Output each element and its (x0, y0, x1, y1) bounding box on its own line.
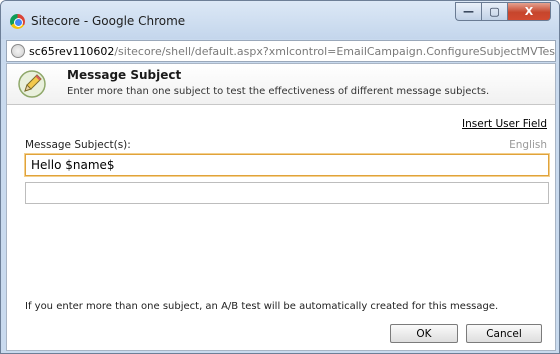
minimize-button[interactable]: — (455, 2, 481, 21)
insert-user-field-link[interactable]: Insert User Field (462, 118, 547, 130)
url-host: sc65rev110602 (29, 45, 115, 58)
close-button[interactable]: X (507, 2, 551, 21)
window-controls: — ▢ X (455, 2, 551, 22)
window-title: Sitecore - Google Chrome (31, 14, 186, 28)
chrome-icon (10, 14, 25, 29)
pencil-icon (18, 70, 46, 98)
language-label: English (509, 139, 547, 151)
url-text[interactable]: sc65rev110602/sitecore/shell/default.asp… (29, 45, 556, 58)
globe-icon (11, 44, 25, 58)
maximize-button[interactable]: ▢ (481, 2, 507, 21)
subject-input-1[interactable] (25, 154, 549, 176)
dialog-title: Message Subject (67, 68, 182, 82)
address-bar[interactable]: sc65rev110602/sitecore/shell/default.asp… (6, 40, 556, 62)
message-subject-dialog: Message Subject Enter more than one subj… (6, 63, 556, 351)
ok-button[interactable]: OK (390, 324, 458, 343)
browser-window: Sitecore - Google Chrome — ▢ X sc65rev11… (0, 0, 560, 354)
ab-test-note: If you enter more than one subject, an A… (25, 301, 499, 312)
subject-input-2[interactable] (25, 182, 549, 204)
title-bar: Sitecore - Google Chrome — ▢ X (1, 1, 559, 39)
url-path: /sitecore/shell/default.aspx?xmlcontrol=… (114, 45, 556, 58)
cancel-button[interactable]: Cancel (466, 324, 542, 343)
dialog-subtitle: Enter more than one subject to test the … (67, 86, 490, 97)
dialog-header: Message Subject Enter more than one subj… (7, 64, 555, 105)
subjects-label: Message Subject(s): (25, 139, 131, 151)
